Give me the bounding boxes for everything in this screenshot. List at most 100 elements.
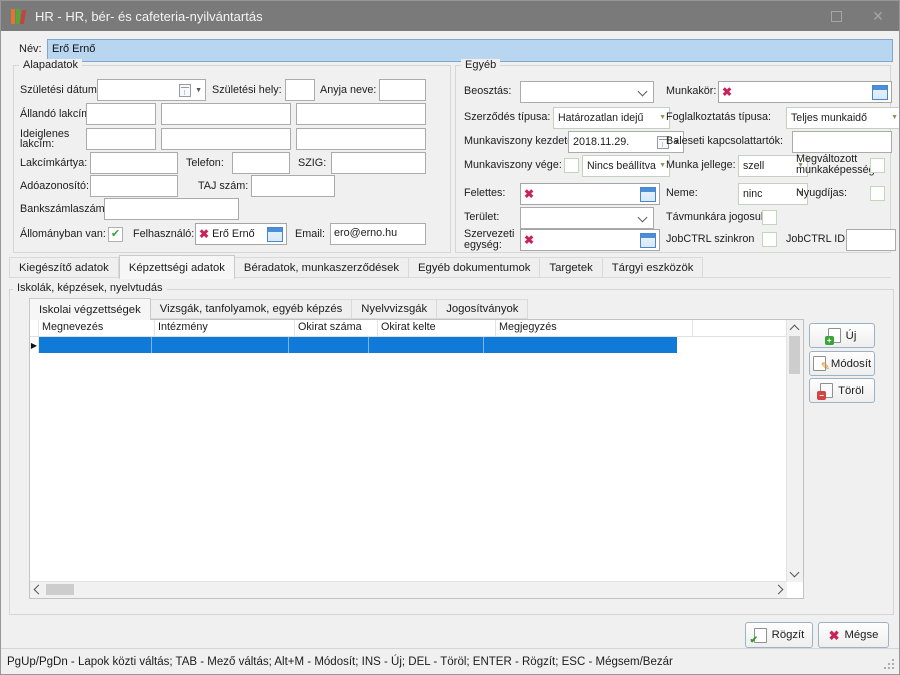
column-header-intezmeny[interactable]: Intézmény [155,320,295,336]
alapadatok-group-title: Alapadatok [19,59,82,71]
modosit-button[interactable]: ✎ Módosít [809,351,875,376]
resize-grip-icon[interactable] [892,667,894,669]
grid-cell[interactable] [39,337,152,353]
dropdown-arrow-icon[interactable]: ▼ [195,87,202,94]
felettes-lookup[interactable]: ✖ [520,183,660,205]
ideiglenes-lakcim-input-2[interactable] [161,128,291,150]
taj-szam-label: TAJ szám: [198,180,248,192]
subtab-vizsgak-tanfolyamok[interactable]: Vizsgák, tanfolyamok, egyéb képzés [151,299,353,319]
horizontal-scrollbar[interactable] [30,581,787,598]
nyugdijas-checkbox[interactable] [870,186,885,201]
subtab-iskolai-vegzettsegek[interactable]: Iskolai végzettségek [29,298,151,320]
allando-lakcim-input-1[interactable] [86,103,156,125]
maximize-button[interactable] [815,1,857,31]
rogzit-button[interactable]: ✔ Rögzít [745,622,813,648]
chevron-down-icon [638,213,648,223]
email-label: Email: [295,228,327,240]
clear-icon[interactable]: ✖ [524,234,534,246]
lakcimkartya-input[interactable] [90,152,178,174]
megse-button[interactable]: ✖ Mégse [818,622,889,648]
szervezeti-egyseg-lookup[interactable]: ✖ [520,229,660,251]
tab-beradatok-munkaszerzodesek[interactable]: Béradatok, munkaszerződések [235,257,409,278]
tavmunkara-jogosult-checkbox[interactable] [762,210,777,225]
taj-szam-input[interactable] [251,175,335,197]
iskolai-vegzettsegek-grid[interactable]: Megnevezés Intézmény Okirat száma Okirat… [29,319,804,599]
terulet-select[interactable] [520,207,654,229]
save-document-icon: ✔ [754,628,767,643]
megvaltozott-munkakepessegu-label: Megváltozott munkaképességű [796,154,876,175]
dropdown-arrow-icon: ▼ [659,162,666,169]
tab-kiegeszito-adatok[interactable]: Kiegészítő adatok [9,257,119,278]
tab-targyi-eszkozok[interactable]: Tárgyi eszközök [603,257,704,278]
delete-document-icon: − [820,383,833,398]
modosit-button-label: Módosít [831,358,871,370]
clear-icon[interactable]: ✖ [524,188,534,200]
lookup-window-icon[interactable] [640,187,656,202]
munkakor-lookup[interactable]: ✖ [718,81,892,103]
vertical-scroll-thumb[interactable] [789,336,800,374]
jobctrl-szinkron-checkbox[interactable] [762,232,777,247]
ideiglenes-lakcim-input-3[interactable] [296,128,426,150]
beosztas-select[interactable] [520,81,654,103]
ideiglenes-lakcim-input-1[interactable] [86,128,156,150]
vertical-scrollbar[interactable] [786,320,803,582]
uj-button[interactable]: + Új [809,323,875,348]
column-header-megnevezes[interactable]: Megnevezés [39,320,155,336]
lookup-window-icon[interactable] [872,85,888,100]
anyja-neve-input[interactable] [379,79,426,101]
torol-button[interactable]: − Töröl [809,378,875,403]
bankszamlaszam-input[interactable] [104,198,239,220]
close-button[interactable]: ✕ [857,1,899,31]
scroll-down-icon[interactable] [790,568,800,578]
titlebar[interactable]: HR - HR, bér- és cafeteria-nyilvántartás… [1,1,899,31]
grid-selected-row[interactable]: ▶ [30,337,786,353]
foglalkoztatas-tipusa-select[interactable]: Teljes munkaidő ▼ [786,107,900,129]
scroll-right-icon[interactable] [774,585,784,595]
scroll-up-icon[interactable] [790,325,800,335]
munkaviszony-vege-select[interactable]: Nincs beállítva ▼ [582,155,670,177]
allando-lakcim-input-2[interactable] [161,103,291,125]
alapadatok-groupbox: Alapadatok Születési dátum: ▼ Születési … [13,65,451,253]
column-header-okirat-szama[interactable]: Okirat száma [295,320,378,336]
clear-icon[interactable]: ✖ [199,228,209,240]
main-tabstrip: Kiegészítő adatok Képzettségi adatok Bér… [9,255,703,278]
megse-button-label: Mégse [844,629,878,641]
tab-kepzettsegi-adatok[interactable]: Képzettségi adatok [119,255,235,279]
lakcimkartya-label: Lakcímkártya: [20,157,90,169]
grid-cell[interactable] [484,337,677,353]
felhasznalo-lookup[interactable]: ✖ Erő Ernő [195,223,287,245]
clear-icon[interactable]: ✖ [722,86,732,98]
telefon-input[interactable] [232,152,290,174]
szuletesi-hely-input[interactable] [285,79,315,101]
status-bar-text: PgUp/PgDn - Lapok közti váltás; TAB - Me… [7,656,673,668]
column-header-megjegyzes[interactable]: Megjegyzés [496,320,693,336]
dropdown-arrow-icon: ▼ [659,114,666,121]
lookup-window-icon[interactable] [640,233,656,248]
column-header-okirat-kelte[interactable]: Okirat kelte [378,320,496,336]
tab-targetek[interactable]: Targetek [540,257,602,278]
hr-window: HR - HR, bér- és cafeteria-nyilvántartás… [0,0,900,675]
subtab-nyelvvizsgak[interactable]: Nyelvvizsgák [352,299,437,319]
horizontal-scroll-thumb[interactable] [46,584,74,595]
grid-cell[interactable] [369,337,484,353]
allomanyban-van-checkbox[interactable]: ✔ [108,227,123,242]
szig-input[interactable] [331,152,426,174]
megvaltozott-munkakepessegu-checkbox[interactable] [870,158,885,173]
munkaviszony-vege-checkbox[interactable] [564,158,579,173]
uj-button-label: Új [846,330,857,342]
tab-egyeb-dokumentumok[interactable]: Egyéb dokumentumok [409,257,540,278]
jobctrl-id-input[interactable] [846,229,896,251]
email-input[interactable]: ero@erno.hu [330,223,426,245]
baleseti-kapcsolattartok-input[interactable] [792,131,892,153]
allando-lakcim-input-3[interactable] [296,103,426,125]
szuletesi-datum-input[interactable]: ▼ [97,79,206,101]
grid-cell[interactable] [289,337,369,353]
grid-cell[interactable] [152,337,289,353]
lookup-window-icon[interactable] [267,227,283,242]
scroll-left-icon[interactable] [34,585,44,595]
szerzodes-tipusa-select[interactable]: Határozatlan idejű ▼ [553,107,670,129]
adoazonosito-input[interactable] [90,175,178,197]
nyugdijas-label: Nyugdíjas: [796,187,847,199]
subtab-jogositvanyok[interactable]: Jogosítványok [437,299,528,319]
window-title: HR - HR, bér- és cafeteria-nyilvántartás [35,9,263,24]
